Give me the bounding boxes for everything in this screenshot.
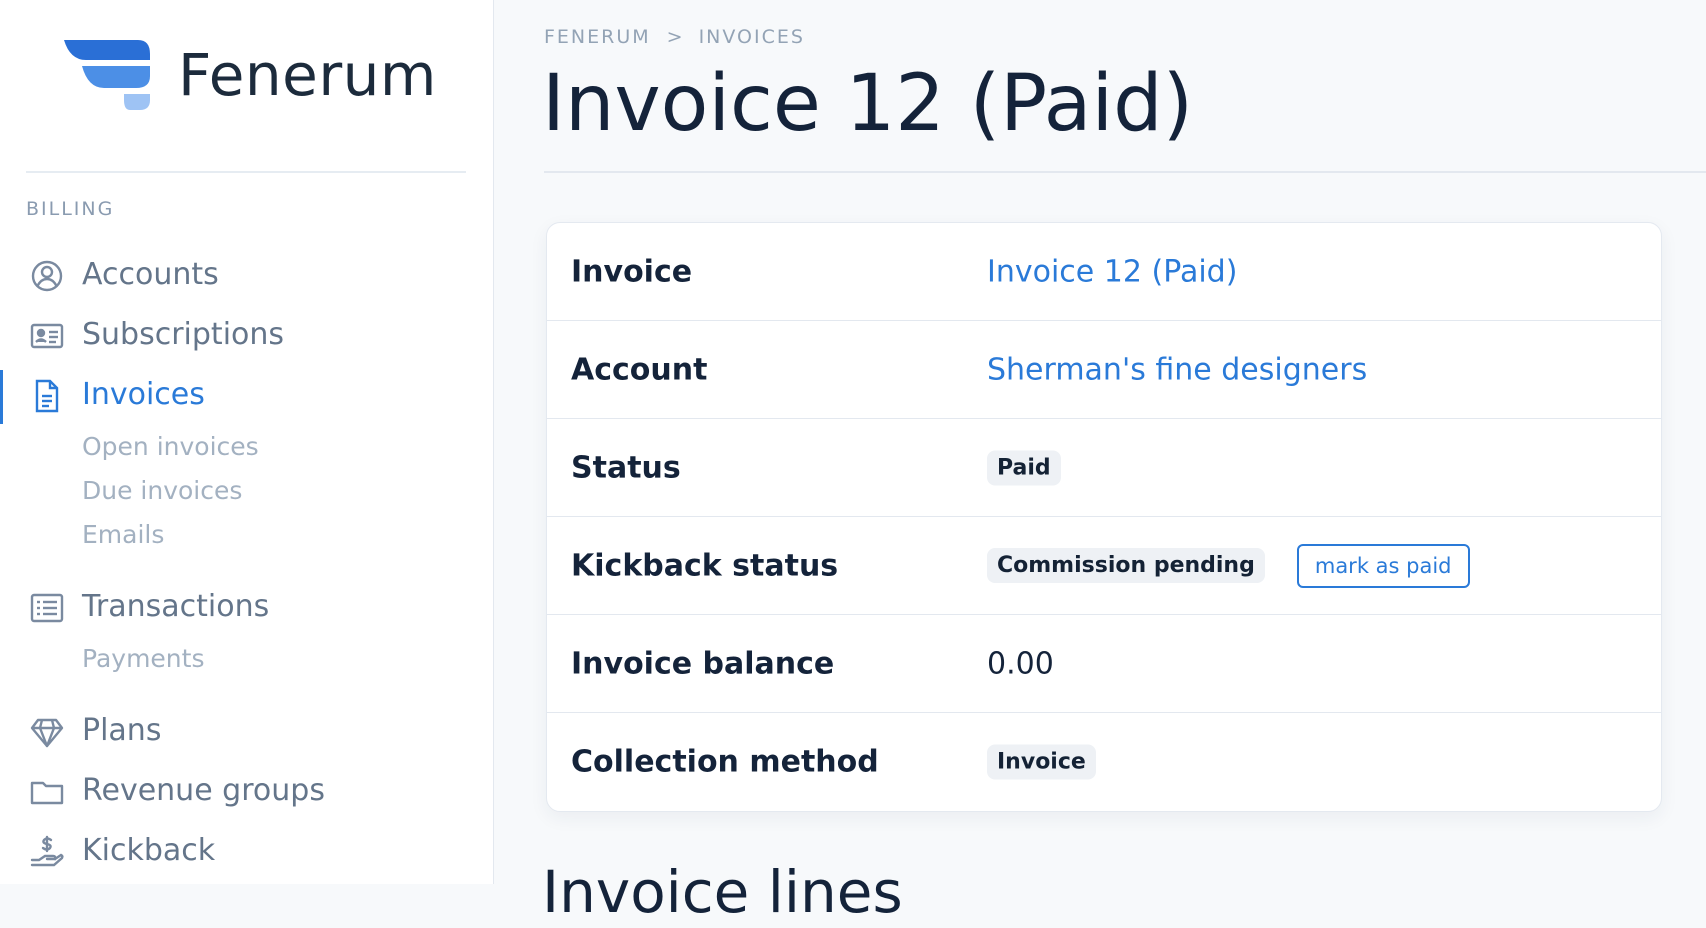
brand-name: Fenerum <box>178 41 437 109</box>
page-title: Invoice 12 (Paid) <box>542 59 1194 149</box>
detail-key: Collection method <box>571 744 879 780</box>
sidebar-item-label: Kickback <box>82 832 216 868</box>
sidebar-item-accounts[interactable]: Accounts <box>0 252 494 296</box>
sidebar-item-transactions[interactable]: Transactions <box>0 584 494 628</box>
list-icon <box>30 593 64 623</box>
sidebar-item-kickback[interactable]: Kickback <box>0 828 494 872</box>
sidebar-subitem-due-invoices[interactable]: Due invoices <box>82 476 242 505</box>
sidebar-section-label: BILLING <box>26 198 115 220</box>
detail-key: Status <box>571 450 681 485</box>
brand-logo[interactable]: Fenerum <box>64 38 437 112</box>
detail-key: Account <box>571 352 708 387</box>
detail-row-invoice: Invoice Invoice 12 (Paid) <box>547 223 1661 321</box>
sidebar-item-revenue-groups[interactable]: Revenue groups <box>0 768 494 812</box>
breadcrumb-item-invoices[interactable]: INVOICES <box>699 26 805 48</box>
breadcrumb-separator: > <box>666 26 683 48</box>
invoice-link[interactable]: Invoice 12 (Paid) <box>987 254 1237 289</box>
detail-key: Invoice balance <box>571 646 835 681</box>
invoice-balance-value: 0.00 <box>987 646 1054 681</box>
breadcrumb-item-fenerum[interactable]: FENERUM <box>544 26 651 48</box>
sidebar-item-label: Transactions <box>82 588 270 624</box>
sidebar-item-plans[interactable]: Plans <box>0 708 494 752</box>
breadcrumb: FENERUM > INVOICES <box>544 26 805 48</box>
title-divider <box>544 171 1706 173</box>
detail-key: Kickback status <box>571 548 839 583</box>
account-link[interactable]: Sherman's fine designers <box>987 352 1367 387</box>
sidebar-divider <box>26 171 466 173</box>
detail-value: Paid <box>987 450 1061 485</box>
sidebar-item-label: Plans <box>82 712 162 748</box>
fenerum-logo-icon <box>64 40 150 110</box>
sidebar-item-invoices[interactable]: Invoices <box>0 372 494 416</box>
detail-value: Invoice <box>987 744 1096 780</box>
sidebar-item-label: Invoices <box>82 376 205 412</box>
sidebar-subitem-payments[interactable]: Payments <box>82 644 204 673</box>
status-badge: Paid <box>987 450 1061 485</box>
id-card-icon <box>30 323 64 349</box>
sidebar-subitem-emails[interactable]: Emails <box>82 520 164 549</box>
sidebar-subitem-open-invoices[interactable]: Open invoices <box>82 432 259 461</box>
kickback-status-badge: Commission pending <box>987 548 1265 583</box>
folder-icon <box>30 781 64 805</box>
document-icon <box>35 379 59 413</box>
detail-row-account: Account Sherman's fine designers <box>547 321 1661 419</box>
diamond-icon <box>30 718 64 748</box>
detail-value: Commission pending mark as paid <box>987 543 1470 588</box>
hand-coin-icon <box>30 835 64 867</box>
detail-row-invoice-balance: Invoice balance 0.00 <box>547 615 1661 713</box>
sidebar: Fenerum BILLING Accounts Subscriptions I… <box>0 0 494 884</box>
user-circle-icon <box>31 260 63 292</box>
invoice-details-card: Invoice Invoice 12 (Paid) Account Sherma… <box>546 222 1662 812</box>
sidebar-item-subscriptions[interactable]: Subscriptions <box>0 312 494 356</box>
sidebar-item-label: Subscriptions <box>82 316 285 352</box>
detail-key: Invoice <box>571 254 693 289</box>
detail-row-kickback-status: Kickback status Commission pending mark … <box>547 517 1661 615</box>
detail-row-collection-method: Collection method Invoice <box>547 713 1661 811</box>
mark-as-paid-button[interactable]: mark as paid <box>1296 543 1470 588</box>
main-content: FENERUM > INVOICES Invoice 12 (Paid) Invoi… <box>494 0 1706 926</box>
sidebar-item-label: Revenue groups <box>82 772 325 808</box>
sidebar-item-label: Accounts <box>82 256 219 292</box>
invoice-lines-heading: Invoice lines <box>542 858 903 926</box>
collection-method-badge: Invoice <box>987 744 1096 780</box>
detail-row-status: Status Paid <box>547 419 1661 517</box>
